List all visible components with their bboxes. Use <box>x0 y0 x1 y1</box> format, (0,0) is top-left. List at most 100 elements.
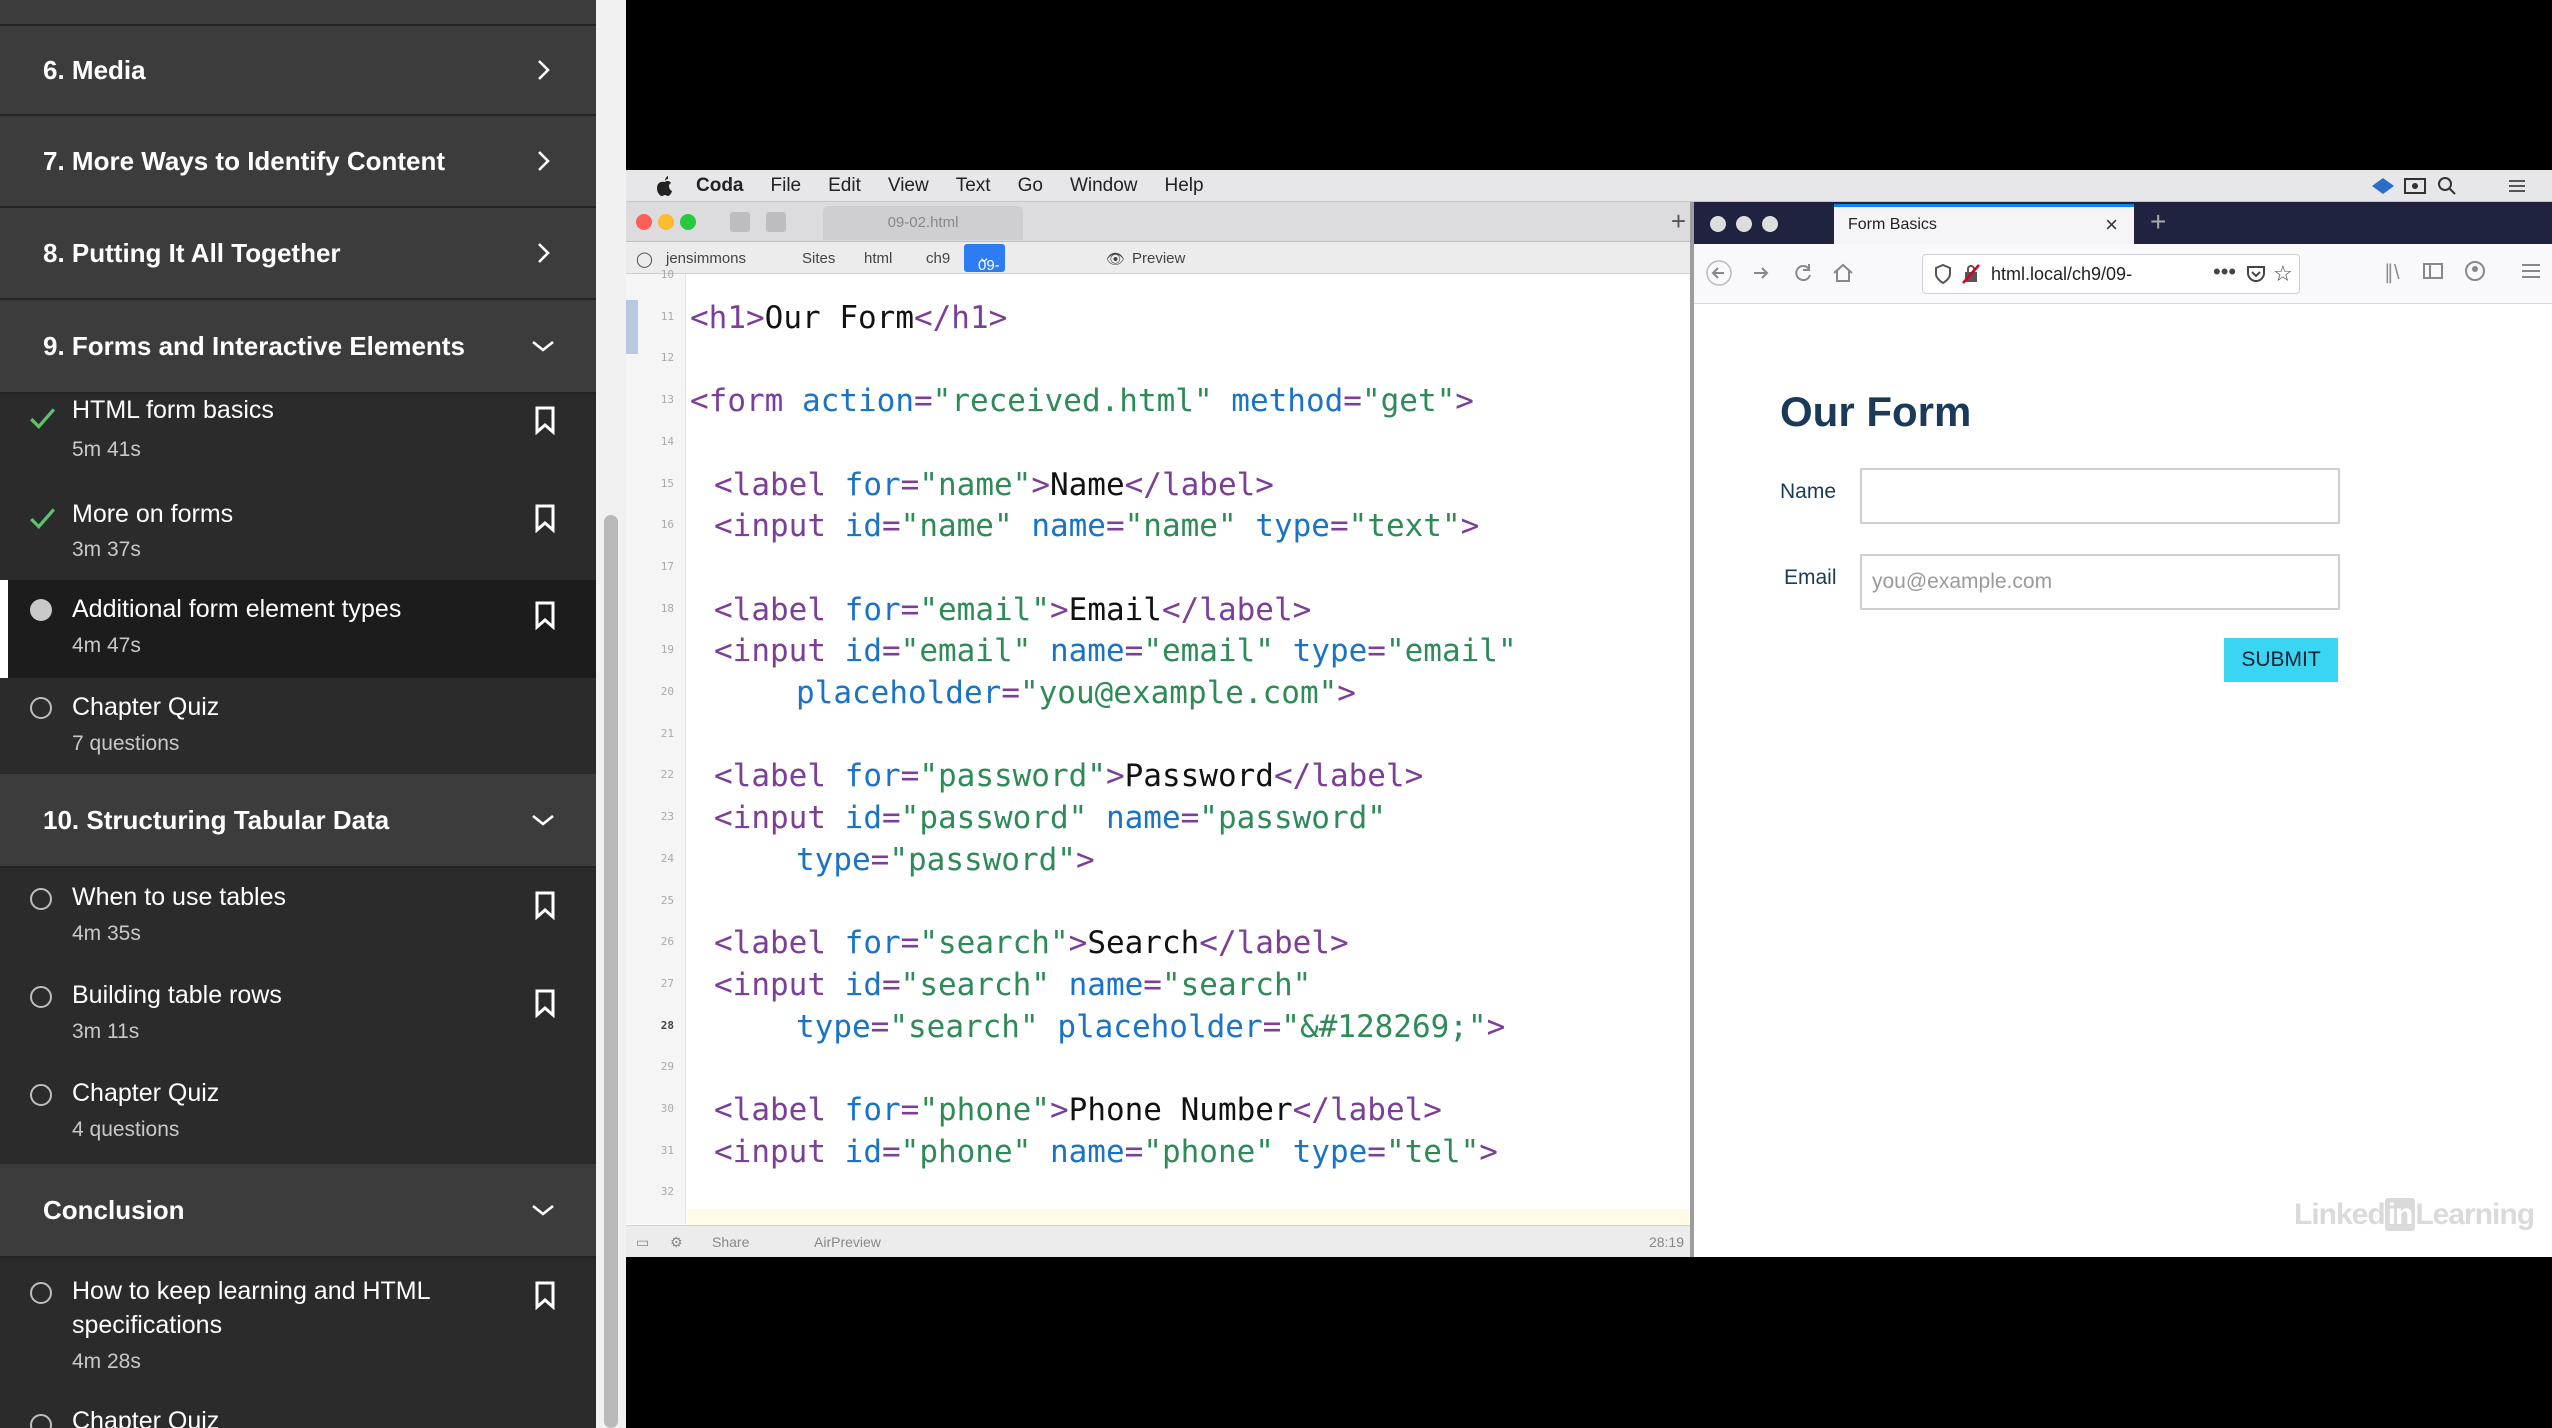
notification-center-icon[interactable] <box>2506 176 2528 196</box>
new-tab-plus-icon[interactable]: + <box>2150 206 2166 238</box>
home-icon[interactable] <box>1830 260 1856 286</box>
menubar-app-name[interactable]: Coda <box>696 175 744 197</box>
menubar-go[interactable]: Go <box>1018 175 1043 197</box>
bookmark-icon[interactable] <box>532 1280 558 1311</box>
back-arrow-icon[interactable] <box>1706 260 1732 286</box>
chapter-conclusion[interactable]: Conclusion <box>0 1164 596 1258</box>
code-line[interactable]: <h1>Our Form</h1> <box>690 300 1007 336</box>
line-number: 32 <box>660 1185 674 1199</box>
menubar-window[interactable]: Window <box>1070 175 1138 197</box>
reload-icon[interactable] <box>1790 260 1816 286</box>
insecure-lock-icon[interactable] <box>1961 263 1981 290</box>
menubar-view[interactable]: View <box>888 175 929 197</box>
lesson-chapter-quiz-10[interactable]: Chapter Quiz 4 questions <box>0 1064 596 1164</box>
url-bar[interactable]: html.local/ch9/09- ••• ☆ <box>1922 254 2300 294</box>
chapter-8-putting-together[interactable]: 8. Putting It All Together <box>0 208 596 300</box>
new-tab-plus-icon[interactable]: + <box>1671 206 1686 237</box>
menubar-text[interactable]: Text <box>956 175 991 197</box>
pocket-icon[interactable] <box>2245 263 2267 290</box>
account-icon[interactable] <box>2464 260 2486 287</box>
code-line[interactable]: type="password"> <box>796 842 1095 878</box>
chapter-10-tabular-data[interactable]: 10. Structuring Tabular Data <box>0 774 596 868</box>
breadcrumb-html[interactable]: html <box>864 250 892 267</box>
sidebar-scrollbar-thumb[interactable] <box>604 515 618 1428</box>
zoom-window-button[interactable] <box>680 214 696 230</box>
minimize-window-button[interactable] <box>658 214 674 230</box>
files-icon[interactable] <box>766 212 786 232</box>
breadcrumb-jensimmons[interactable]: jensimmons <box>666 250 746 267</box>
bookmark-icon[interactable] <box>532 988 558 1019</box>
lesson-how-to-keep-learning[interactable]: How to keep learning and HTML specificat… <box>0 1258 596 1398</box>
code-line[interactable]: type="search" placeholder="&#128269;"> <box>796 1009 1505 1045</box>
code-line[interactable]: <input id="password" name="password" <box>714 800 1386 836</box>
code-line[interactable]: <label for="search">Search</label> <box>714 925 1349 961</box>
dropbox-icon[interactable] <box>2372 176 2394 196</box>
menubar-help[interactable]: Help <box>1165 175 1204 197</box>
watermark-learning: Learning <box>2415 1198 2535 1231</box>
lesson-chapter-quiz-9[interactable]: Chapter Quiz 7 questions <box>0 678 596 774</box>
breadcrumb-sites[interactable]: Sites <box>802 250 835 267</box>
close-window-button[interactable] <box>1710 216 1726 232</box>
breadcrumb-current-file[interactable]: 09-02.html ⌄ <box>964 244 1027 302</box>
close-window-button[interactable] <box>636 214 652 230</box>
preview-eye-icon[interactable]: 👁 <box>1106 250 1125 268</box>
sidebar-toggle-icon[interactable] <box>2422 260 2444 287</box>
lesson-building-table-rows[interactable]: Building table rows 3m 11s <box>0 966 596 1064</box>
lesson-html-form-basics[interactable]: HTML form basics 5m 41s <box>0 394 596 492</box>
circle-icon[interactable]: ◯ <box>636 250 653 268</box>
code-line[interactable]: <label for="phone">Phone Number</label> <box>714 1092 1442 1128</box>
menubar-file[interactable]: File <box>771 175 802 197</box>
code-line[interactable]: placeholder="you@example.com"> <box>796 675 1356 711</box>
lesson-more-on-forms[interactable]: More on forms 3m 37s <box>0 492 596 580</box>
code-line[interactable]: <input id="name" name="name" type="text"… <box>714 508 1479 544</box>
preview-label[interactable]: Preview <box>1132 250 1185 267</box>
lesson-duration: 7 questions <box>72 732 180 755</box>
gear-icon[interactable]: ⚙ <box>670 1234 683 1251</box>
share-button[interactable]: Share <box>712 1234 749 1250</box>
chapter-7-more-ways[interactable]: 7. More Ways to Identify Content <box>0 116 596 208</box>
forward-arrow-icon[interactable] <box>1748 260 1774 286</box>
shield-icon[interactable] <box>1933 263 1953 290</box>
apple-logo-icon[interactable] <box>654 175 674 197</box>
library-icon[interactable]: ∥\ <box>2384 260 2400 285</box>
code-line[interactable]: <form action="received.html" method="get… <box>690 383 1474 419</box>
sites-icon[interactable] <box>730 212 750 232</box>
line-number: 15 <box>660 476 674 490</box>
chapter-6-media[interactable]: 6. Media <box>0 26 596 116</box>
code-line[interactable]: <label for="name">Name</label> <box>714 467 1274 503</box>
lesson-title: Chapter Quiz <box>72 1079 220 1107</box>
chapter-9-forms[interactable]: 9. Forms and Interactive Elements <box>0 300 596 394</box>
lesson-chapter-quiz-conclusion[interactable]: Chapter Quiz <box>0 1398 596 1428</box>
email-input[interactable]: you@example.com <box>1860 554 2340 610</box>
submit-button[interactable]: SUBMIT <box>2224 638 2338 682</box>
chapter-header-partial[interactable] <box>0 0 596 26</box>
bookmark-icon[interactable] <box>532 890 558 921</box>
code-line[interactable]: <input id="email" name="email" type="ema… <box>714 633 1517 669</box>
minimize-window-button[interactable] <box>1736 216 1752 232</box>
code-line[interactable]: <input id="phone" name="phone" type="tel… <box>714 1134 1498 1170</box>
code-line[interactable]: <input id="search" name="search" <box>714 967 1311 1003</box>
sidebar-toggle-icon[interactable]: ▭ <box>636 1234 649 1251</box>
hamburger-menu-icon[interactable] <box>2520 260 2542 287</box>
code-line[interactable]: <label for="email">Email</label> <box>714 592 1311 628</box>
editor-tab[interactable]: 09-02.html <box>823 206 1023 240</box>
url-text[interactable]: html.local/ch9/09- <box>1991 264 2132 285</box>
bookmark-icon[interactable] <box>532 503 558 534</box>
zoom-window-button[interactable] <box>1762 216 1778 232</box>
browser-tab[interactable]: Form Basics × <box>1834 204 2134 244</box>
line-number: 18 <box>660 601 674 615</box>
bookmark-icon[interactable] <box>532 600 558 631</box>
spotlight-search-icon[interactable] <box>2436 176 2458 196</box>
close-tab-icon[interactable]: × <box>2105 207 2118 243</box>
menubar-edit[interactable]: Edit <box>828 175 861 197</box>
lesson-when-to-use-tables[interactable]: When to use tables 4m 35s <box>0 868 596 966</box>
airpreview-button[interactable]: AirPreview <box>814 1234 881 1250</box>
star-bookmark-icon[interactable]: ☆ <box>2273 261 2293 287</box>
lesson-additional-form-element-types[interactable]: Additional form element types 4m 47s <box>0 580 596 678</box>
breadcrumb-ch9[interactable]: ch9 <box>926 250 950 267</box>
screen-record-icon[interactable] <box>2404 176 2426 196</box>
bookmark-icon[interactable] <box>532 405 558 436</box>
code-line[interactable]: <label for="password">Password</label> <box>714 758 1423 794</box>
more-dots-icon[interactable]: ••• <box>2213 259 2236 285</box>
name-input[interactable] <box>1860 468 2340 524</box>
